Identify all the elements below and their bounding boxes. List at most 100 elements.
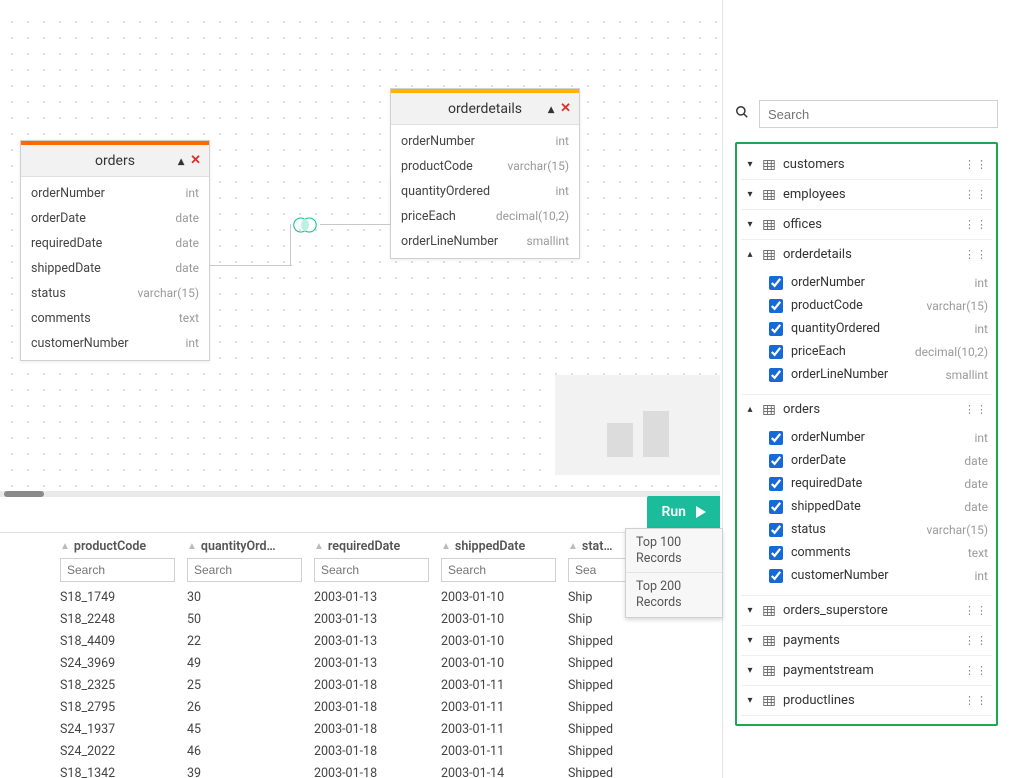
tree-column-row[interactable]: orderDatedate [769, 449, 992, 472]
table-row[interactable]: S18_2325252003-01-182003-01-11Shipped [60, 674, 720, 696]
tree-column-row[interactable]: orderLineNumbersmallint [769, 363, 992, 386]
column-checkbox[interactable] [769, 276, 783, 290]
tree-node-row[interactable]: ▾payments⋮⋮ [741, 626, 992, 655]
card-column-row[interactable]: quantityOrderedint [391, 179, 579, 204]
drag-handle-icon[interactable]: ⋮⋮ [964, 694, 988, 707]
column-search-input[interactable] [314, 558, 429, 582]
run-button[interactable]: Run [647, 496, 720, 528]
dataset-search-input[interactable] [759, 100, 998, 128]
tree-column-row[interactable]: orderNumberint [769, 426, 992, 449]
table-row[interactable]: S18_2795262003-01-182003-01-11Shipped [60, 696, 720, 718]
column-search-input[interactable] [60, 558, 175, 582]
card-column-row[interactable]: priceEachdecimal(10,2) [391, 204, 579, 229]
column-search-input[interactable] [187, 558, 302, 582]
caret-down-icon[interactable]: ▾ [745, 159, 755, 170]
card-column-row[interactable]: productCodevarchar(15) [391, 154, 579, 179]
drag-handle-icon[interactable]: ⋮⋮ [964, 248, 988, 261]
tree-column-row[interactable]: requiredDatedate [769, 472, 992, 495]
column-checkbox[interactable] [769, 299, 783, 313]
column-name: quantityOrdered [401, 184, 490, 199]
card-column-row[interactable]: orderDatedate [21, 206, 209, 231]
tree-node-row[interactable]: ▾paymentstream⋮⋮ [741, 656, 992, 685]
table-card-orderdetails[interactable]: orderdetails ▴ ✕ orderNumberintproductCo… [390, 88, 580, 259]
caret-down-icon[interactable]: ▾ [745, 605, 755, 616]
tree-column-row[interactable]: productCodevarchar(15) [769, 294, 992, 317]
table-row[interactable]: S24_3969492003-01-132003-01-10Shipped [60, 652, 720, 674]
column-header[interactable]: ▲requiredDate [314, 539, 441, 554]
close-icon[interactable]: ✕ [190, 153, 201, 168]
drag-handle-icon[interactable]: ⋮⋮ [964, 664, 988, 677]
sort-icon[interactable]: ▲ [568, 541, 578, 552]
tree-column-row[interactable]: quantityOrderedint [769, 317, 992, 340]
table-card-orders[interactable]: orders ▴ ✕ orderNumberintorderDatedatere… [20, 140, 210, 361]
table-row[interactable]: S18_2248502003-01-132003-01-10Ship [60, 608, 720, 630]
tree-column-row[interactable]: orderNumberint [769, 271, 992, 294]
caret-up-icon[interactable]: ▴ [745, 404, 755, 415]
tree-column-row[interactable]: statusvarchar(15) [769, 518, 992, 541]
tree-node-row[interactable]: ▾orders_superstore⋮⋮ [741, 596, 992, 625]
tree-column-row[interactable]: shippedDatedate [769, 495, 992, 518]
column-checkbox[interactable] [769, 431, 783, 445]
table-row[interactable]: S18_4409222003-01-132003-01-10Shipped [60, 630, 720, 652]
drag-handle-icon[interactable]: ⋮⋮ [964, 218, 988, 231]
caret-down-icon[interactable]: ▾ [745, 635, 755, 646]
caret-down-icon[interactable]: ▾ [745, 219, 755, 230]
query-canvas[interactable]: orders ▴ ✕ orderNumberintorderDatedatere… [0, 10, 720, 490]
drag-handle-icon[interactable]: ⋮⋮ [964, 634, 988, 647]
tree-column-row[interactable]: commentstext [769, 541, 992, 564]
drag-handle-icon[interactable]: ⋮⋮ [964, 188, 988, 201]
tree-node-row[interactable]: ▾productlines⋮⋮ [741, 686, 992, 715]
column-checkbox[interactable] [769, 322, 783, 336]
table-row[interactable]: S24_1937452003-01-182003-01-11Shipped [60, 718, 720, 740]
card-column-row[interactable]: orderNumberint [21, 181, 209, 206]
card-column-row[interactable]: customerNumberint [21, 331, 209, 356]
run-option-top200[interactable]: Top 200 Records [626, 573, 722, 616]
tree-column-row[interactable]: priceEachdecimal(10,2) [769, 340, 992, 363]
card-column-row[interactable]: commentstext [21, 306, 209, 331]
card-column-row[interactable]: orderNumberint [391, 129, 579, 154]
sort-icon[interactable]: ▲ [60, 541, 70, 552]
join-node[interactable] [290, 210, 320, 240]
tree-node-row[interactable]: ▴orders⋮⋮ [741, 395, 992, 424]
collapse-icon[interactable]: ▴ [548, 102, 554, 116]
tree-node-row[interactable]: ▾offices⋮⋮ [741, 210, 992, 239]
table-row[interactable]: S24_2022462003-01-182003-01-11Shipped [60, 740, 720, 762]
sort-icon[interactable]: ▲ [314, 541, 324, 552]
caret-down-icon[interactable]: ▾ [745, 695, 755, 706]
sort-icon[interactable]: ▲ [441, 541, 451, 552]
run-option-top100[interactable]: Top 100 Records [626, 529, 722, 573]
tree-node-row[interactable]: ▾customers⋮⋮ [741, 150, 992, 179]
caret-down-icon[interactable]: ▾ [745, 665, 755, 676]
sort-icon[interactable]: ▲ [187, 541, 197, 552]
drag-handle-icon[interactable]: ⋮⋮ [964, 158, 988, 171]
close-icon[interactable]: ✕ [560, 101, 571, 116]
collapse-icon[interactable]: ▴ [178, 154, 184, 168]
column-checkbox[interactable] [769, 477, 783, 491]
caret-up-icon[interactable]: ▴ [745, 249, 755, 260]
caret-down-icon[interactable]: ▾ [745, 189, 755, 200]
column-header[interactable]: ▲productCode [60, 539, 187, 554]
column-header[interactable]: ▲shippedDate [441, 539, 568, 554]
table-cell: S24_2022 [60, 744, 187, 759]
column-checkbox[interactable] [769, 345, 783, 359]
table-row[interactable]: S18_1342392003-01-182003-01-14Shipped [60, 762, 720, 778]
tree-column-row[interactable]: customerNumberint [769, 564, 992, 587]
card-column-row[interactable]: statusvarchar(15) [21, 281, 209, 306]
play-icon [696, 506, 706, 518]
column-checkbox[interactable] [769, 500, 783, 514]
tree-node-row[interactable]: ▴orderdetails⋮⋮ [741, 240, 992, 269]
card-column-row[interactable]: orderLineNumbersmallint [391, 229, 579, 254]
column-header[interactable]: ▲quantityOrd… [187, 539, 314, 554]
table-row[interactable]: S18_1749302003-01-132003-01-10Ship [60, 586, 720, 608]
column-search-input[interactable] [441, 558, 556, 582]
column-checkbox[interactable] [769, 523, 783, 537]
column-checkbox[interactable] [769, 546, 783, 560]
card-column-row[interactable]: shippedDatedate [21, 256, 209, 281]
tree-node-row[interactable]: ▾employees⋮⋮ [741, 180, 992, 209]
card-column-row[interactable]: requiredDatedate [21, 231, 209, 256]
column-checkbox[interactable] [769, 368, 783, 382]
drag-handle-icon[interactable]: ⋮⋮ [964, 604, 988, 617]
column-checkbox[interactable] [769, 569, 783, 583]
column-checkbox[interactable] [769, 454, 783, 468]
drag-handle-icon[interactable]: ⋮⋮ [964, 403, 988, 416]
